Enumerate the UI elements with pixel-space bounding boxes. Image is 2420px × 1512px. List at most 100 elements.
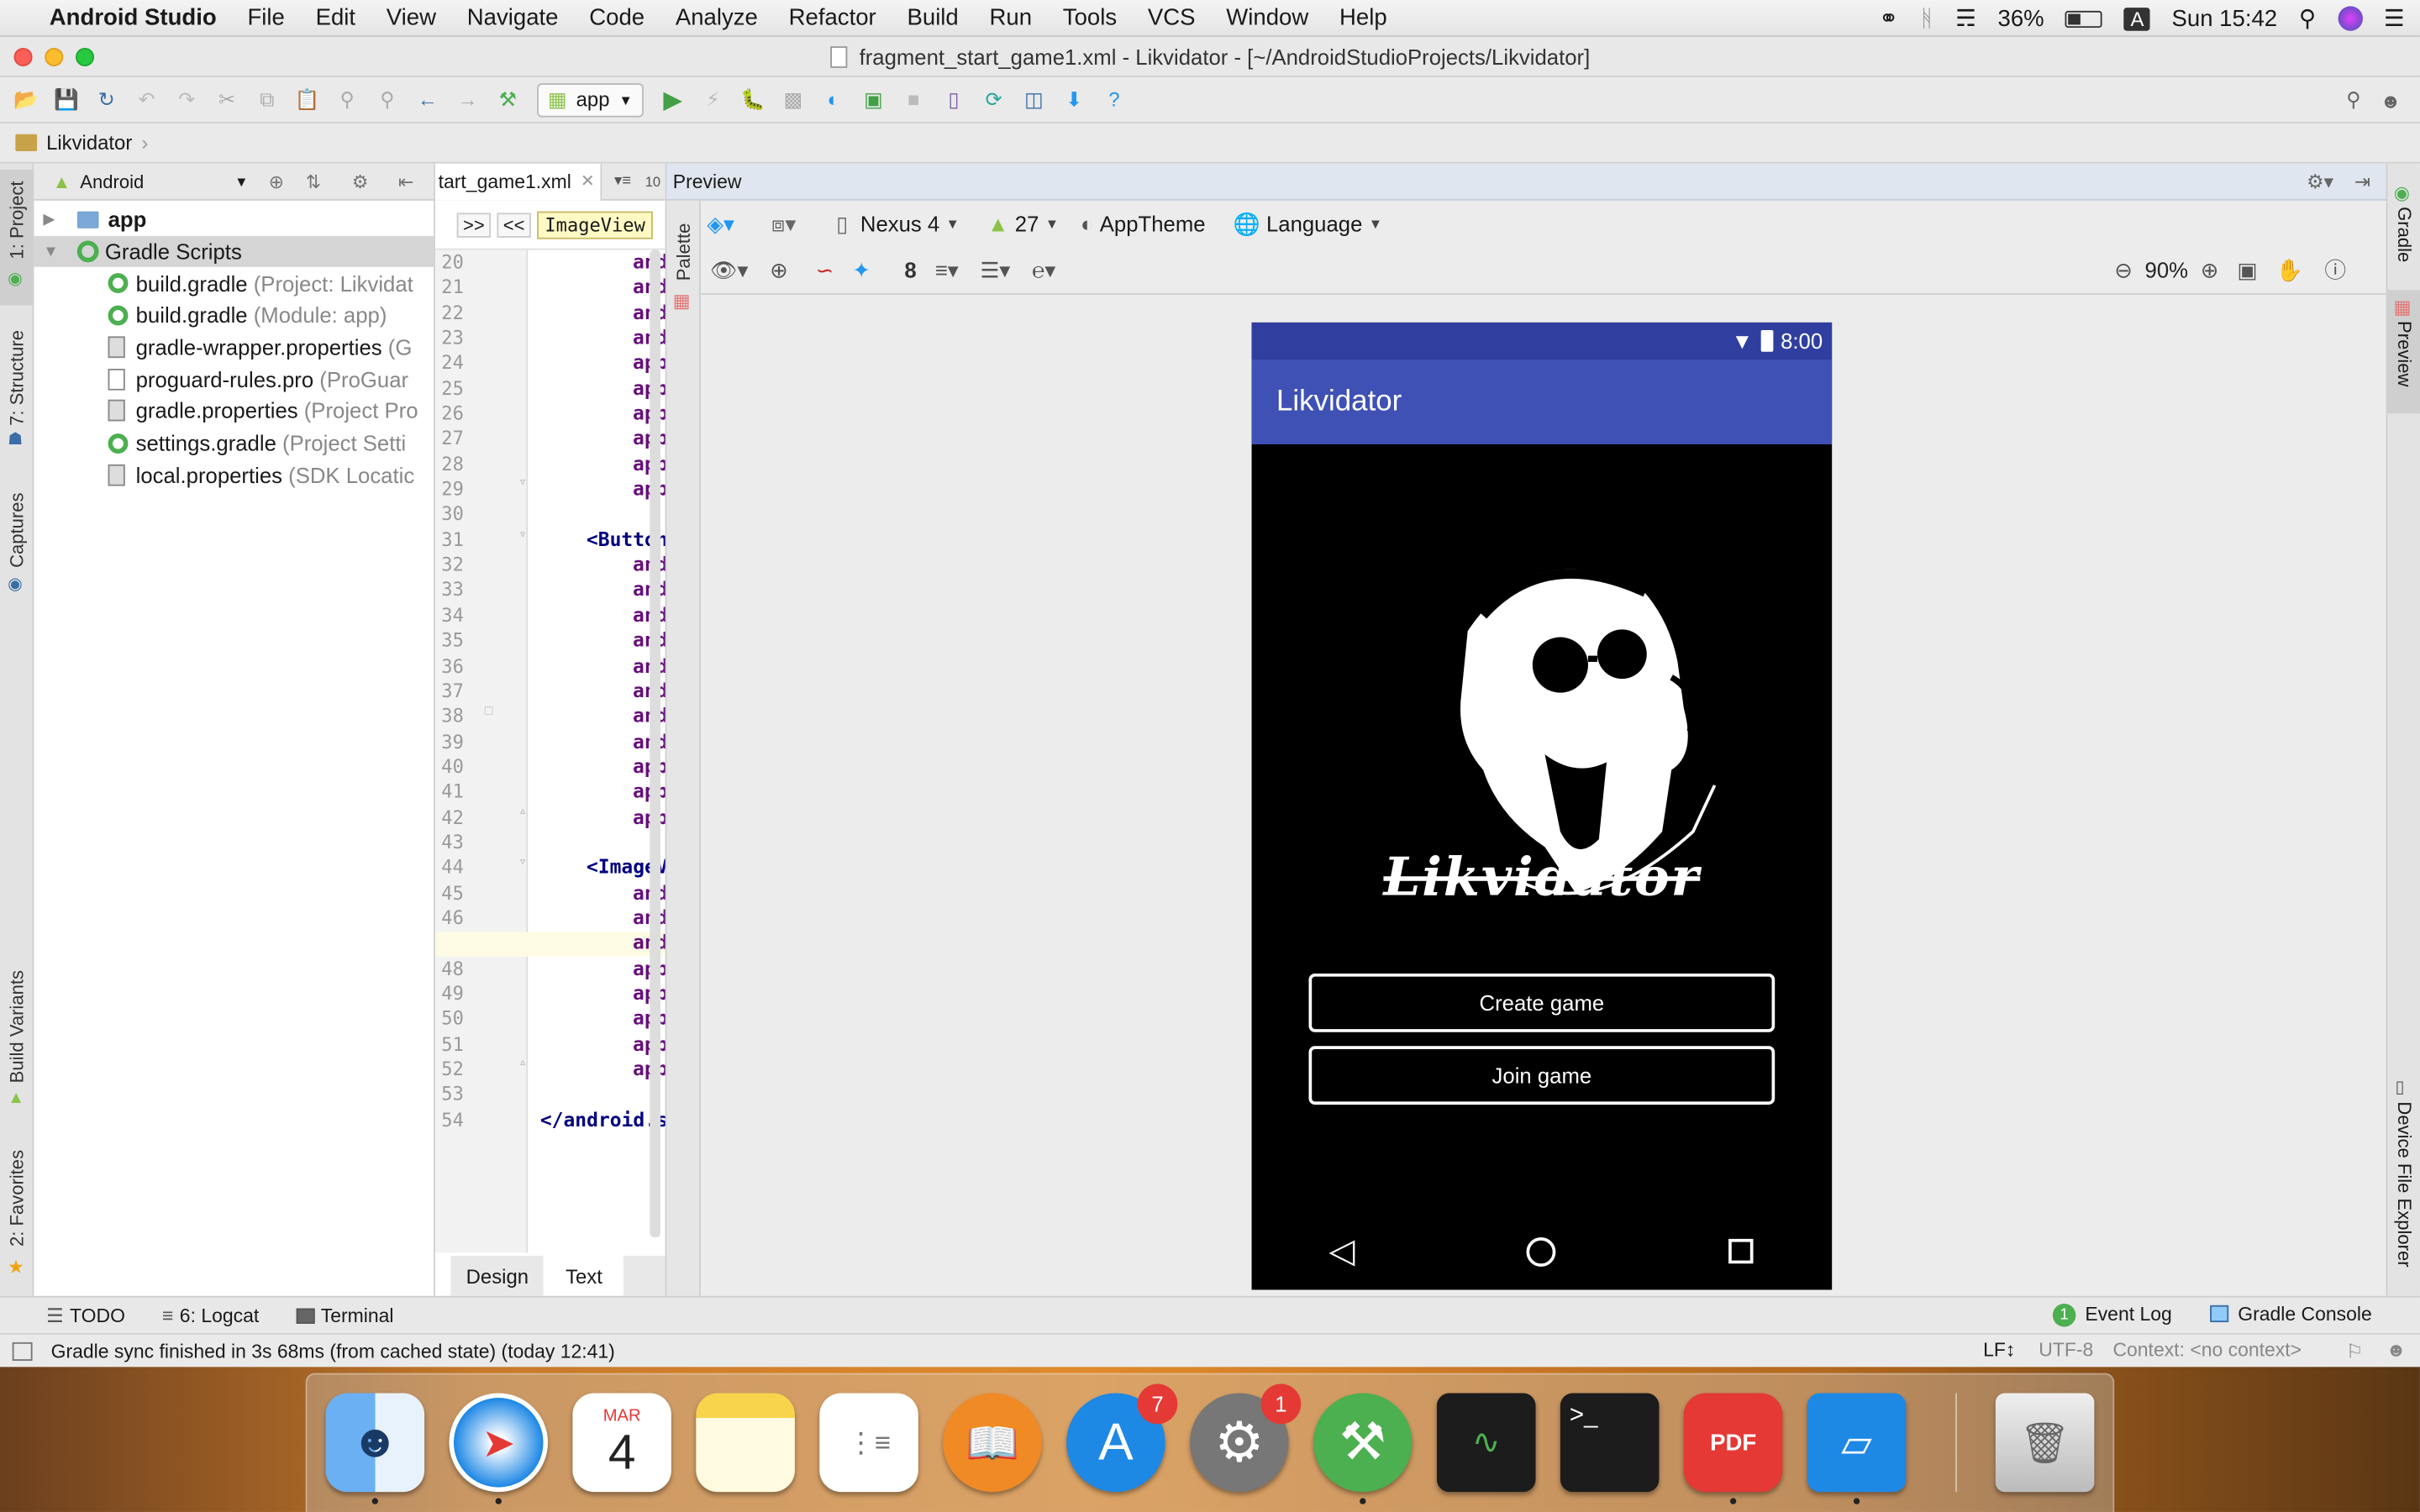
paste-icon[interactable]: 📋: [293, 86, 321, 113]
zoom-in-icon[interactable]: ⊕: [2201, 257, 2219, 283]
menubar-clock[interactable]: Sun 15:42: [2171, 5, 2277, 31]
autoconnect-magnet-icon[interactable]: ⊕: [770, 257, 788, 283]
books-icon[interactable]: 📖: [943, 1393, 1042, 1493]
locate-file-icon[interactable]: ⊕: [269, 171, 284, 192]
device-phone-icon[interactable]: ▯: [836, 211, 848, 237]
nav-back-icon[interactable]: ◁: [1328, 1231, 1355, 1272]
tree-item-gradle-scripts[interactable]: ▼ Gradle Scripts: [34, 235, 434, 268]
tool-tab-device-file-explorer[interactable]: Device File Explorer: [2394, 1101, 2416, 1267]
android-studio-icon[interactable]: ⚒: [1313, 1393, 1413, 1493]
pdf-expert-icon[interactable]: PDF: [1683, 1393, 1783, 1493]
orientation-icon[interactable]: ⧈▾: [771, 211, 796, 237]
tool-tab-structure[interactable]: 7: Structure: [6, 330, 28, 426]
fold-marker-icon[interactable]: ▿: [518, 475, 527, 491]
menu-build[interactable]: Build: [892, 5, 974, 31]
menu-edit[interactable]: Edit: [300, 5, 371, 31]
stop-icon[interactable]: ■: [900, 86, 928, 113]
cut-icon[interactable]: ✂: [213, 86, 240, 113]
device-selector[interactable]: Nexus 4: [860, 212, 939, 236]
gradle-sync-icon[interactable]: ⟳: [980, 86, 1007, 113]
toggle-tool-windows-icon[interactable]: [12, 1341, 33, 1361]
avd-manager-icon[interactable]: ▯: [939, 86, 967, 113]
nav-recents-icon[interactable]: [1728, 1238, 1754, 1264]
tree-item-build-gradle-module[interactable]: build.gradle (Module: app): [34, 299, 434, 331]
zoom-out-icon[interactable]: ⊖: [2114, 257, 2133, 283]
nav-forward-button[interactable]: >>: [456, 212, 492, 237]
menu-vcs[interactable]: VCS: [1133, 5, 1211, 31]
clear-constraints-icon[interactable]: ∽: [816, 257, 834, 283]
tree-item-build-gradle-project[interactable]: build.gradle (Project: Likvidat: [34, 267, 434, 299]
tree-item-app[interactable]: ▶ app: [34, 203, 434, 235]
save-icon[interactable]: 💾: [52, 86, 80, 113]
menu-tools[interactable]: Tools: [1047, 5, 1132, 31]
reminders-icon[interactable]: ⋮≡: [819, 1393, 918, 1493]
run-icon[interactable]: ▶: [659, 86, 687, 113]
menu-navigate[interactable]: Navigate: [451, 5, 573, 31]
input-source-indicator[interactable]: A: [2124, 7, 2150, 30]
system-preferences-icon[interactable]: ⚙ 1: [1190, 1383, 1302, 1493]
fold-marker-icon[interactable]: ▿: [518, 528, 527, 543]
sdk-manager-icon[interactable]: ⬇: [1060, 86, 1088, 113]
tab-list-icon[interactable]: ▾≡: [614, 173, 631, 190]
sync-icon[interactable]: ↻: [92, 86, 120, 113]
project-view-selector[interactable]: Android: [80, 171, 144, 192]
hide-panel-icon[interactable]: ⇤: [398, 171, 413, 192]
fold-marker-icon[interactable]: ▵: [518, 804, 527, 819]
bluetooth-icon[interactable]: ᚻ: [1920, 5, 1934, 31]
design-surface-icon[interactable]: ◈▾: [707, 211, 734, 237]
fold-marker-icon[interactable]: □: [485, 704, 493, 719]
creative-cloud-icon[interactable]: ⚭: [1879, 5, 1898, 32]
collapse-arrow-icon[interactable]: ▼: [43, 243, 65, 260]
project-structure-icon[interactable]: ◫: [1020, 86, 1048, 113]
tree-item-gradle-properties[interactable]: gradle.properties (Project Pro: [34, 395, 434, 427]
activity-monitor-icon[interactable]: ∿: [1436, 1393, 1536, 1493]
forward-icon[interactable]: →: [454, 86, 481, 113]
warnings-icon[interactable]: ⓘ: [2324, 255, 2346, 286]
apply-changes-icon[interactable]: ⚡: [699, 86, 727, 113]
battery-icon[interactable]: [2065, 9, 2103, 28]
collapse-all-icon[interactable]: ⇅: [306, 171, 321, 192]
device-chevron-icon[interactable]: ▼: [946, 216, 960, 231]
battery-percent[interactable]: 36%: [1997, 5, 2044, 31]
hide-preview-icon[interactable]: ⇥: [2354, 170, 2370, 193]
replace-icon[interactable]: ⚲: [373, 86, 401, 113]
redo-icon[interactable]: ↷: [173, 86, 201, 113]
back-icon[interactable]: ←: [413, 86, 441, 113]
user-icon[interactable]: ☻: [2377, 87, 2405, 114]
tab-design[interactable]: Design: [450, 1256, 544, 1296]
spotlight-search-icon[interactable]: ⚲: [2299, 5, 2316, 32]
help-icon[interactable]: ?: [1100, 86, 1128, 113]
view-selector-chevron-icon[interactable]: ▼: [234, 174, 248, 189]
tool-tab-build-variants[interactable]: Build Variants: [6, 970, 28, 1083]
infer-constraints-wand-icon[interactable]: ✦: [852, 257, 871, 283]
safari-icon[interactable]: ➤: [449, 1393, 549, 1493]
tree-item-local-properties[interactable]: local.properties (SDK Locatic: [34, 459, 434, 491]
editor-tab[interactable]: tart_game1.xml ✕: [434, 163, 603, 200]
menu-run[interactable]: Run: [974, 5, 1047, 31]
attach-debugger-icon[interactable]: ▣: [860, 86, 887, 113]
wifi-icon[interactable]: ☴: [1955, 5, 1976, 32]
menu-window[interactable]: Window: [1211, 5, 1324, 31]
breadcrumb-tag[interactable]: ImageView: [537, 210, 654, 239]
tool-tab-event-log[interactable]: Event Log: [2085, 1304, 2171, 1326]
tool-tab-preview[interactable]: Preview: [2394, 321, 2416, 386]
tool-tab-favorites[interactable]: 2: Favorites: [6, 1150, 28, 1247]
code-area[interactable]: andandandandappappappappappapp<Buttonand…: [531, 250, 666, 1253]
run-config-dropdown[interactable]: ▦ app ▼: [537, 82, 644, 117]
tool-tab-project[interactable]: 1: Project: [6, 181, 28, 259]
tree-item-settings-gradle[interactable]: settings.gradle (Project Setti: [34, 427, 434, 459]
status-message[interactable]: Gradle sync finished in 3s 68ms (from ca…: [51, 1340, 615, 1362]
calendar-icon[interactable]: MAR 4: [572, 1393, 671, 1493]
breadcrumb-project[interactable]: Likvidator: [46, 131, 132, 155]
tool-tab-terminal[interactable]: Terminal: [321, 1305, 394, 1326]
fold-marker-icon[interactable]: ▿: [518, 855, 527, 870]
fold-marker-icon[interactable]: ▵: [518, 1055, 527, 1070]
editor-scrollbar[interactable]: [650, 249, 661, 1238]
file-encoding[interactable]: UTF-8: [2039, 1339, 2093, 1361]
api-level-selector[interactable]: 27: [1015, 212, 1039, 236]
inspector-icon[interactable]: ☻: [2386, 1339, 2407, 1361]
notes-icon[interactable]: [696, 1393, 795, 1493]
menu-refactor[interactable]: Refactor: [773, 5, 892, 31]
menu-analyze[interactable]: Analyze: [660, 5, 773, 31]
tree-item-proguard[interactable]: proguard-rules.pro (ProGuar: [34, 363, 434, 395]
